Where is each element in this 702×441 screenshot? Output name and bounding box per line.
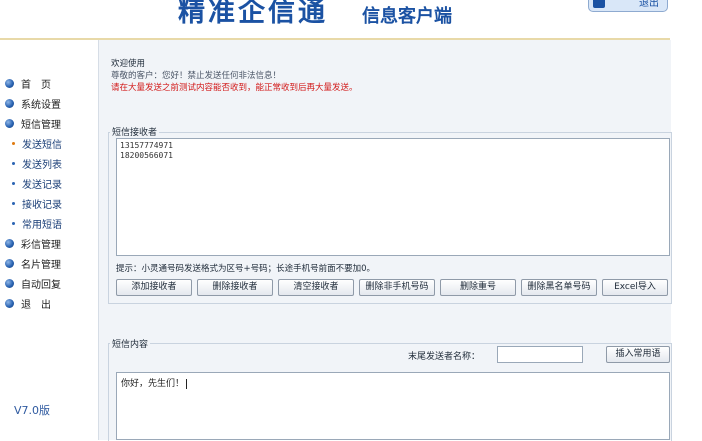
delete-blacklist-button[interactable]: 删除黑名单号码 <box>521 279 597 296</box>
bullet-icon <box>12 181 15 185</box>
sidebar-item-settings[interactable]: 系统设置 <box>0 94 84 112</box>
sender-name-label: 末尾发送者名称： <box>408 352 481 362</box>
sidebar-item-auto-reply[interactable]: 自动回复 <box>0 274 84 292</box>
delete-duplicates-button[interactable]: 删除重号 <box>440 279 516 296</box>
sidebar-item-label: 首 页 <box>21 79 51 91</box>
auto-reply-icon <box>5 278 14 288</box>
message-text: 你好，先生们！ <box>121 379 185 389</box>
sidebar-subitem-send-sms[interactable]: 发送短信 <box>12 134 84 152</box>
sms-icon <box>5 118 14 128</box>
sidebar-subitem-label: 常用短语 <box>22 219 62 231</box>
home-icon <box>5 78 14 88</box>
sidebar-item-mms-management[interactable]: 彩信管理 <box>0 234 84 252</box>
recipients-legend: 短信接收者 <box>110 125 160 138</box>
sidebar-item-card-management[interactable]: 名片管理 <box>0 254 84 272</box>
logout-label: 退出 <box>639 0 659 9</box>
format-hint: 提示：小灵通号码发送格式为区号+号码；长途手机号前面不要加0。 <box>116 264 376 274</box>
recipients-textarea[interactable]: 13157774971 18200566071 <box>116 138 670 256</box>
sidebar-item-label: 退 出 <box>21 299 51 311</box>
exit-icon <box>593 0 605 8</box>
version-label: V7.0版 <box>14 404 51 417</box>
bullet-icon <box>12 221 15 225</box>
content-legend: 短信内容 <box>110 337 151 350</box>
exit-icon <box>5 298 14 308</box>
sidebar-subitem-label: 发送短信 <box>22 139 62 151</box>
sidebar-item-label: 自动回复 <box>21 279 61 291</box>
bullet-icon <box>12 161 15 165</box>
sidebar-subitem-label: 发送列表 <box>22 159 62 171</box>
delete-non-mobile-button[interactable]: 删除非手机号码 <box>359 279 435 296</box>
logout-button[interactable]: 退出 <box>588 0 668 12</box>
active-bullet-icon <box>12 141 15 145</box>
sidebar-item-exit[interactable]: 退 出 <box>0 294 84 312</box>
card-icon <box>5 258 14 268</box>
app-header: 精准企信通 信息客户端 退出 <box>0 0 702 40</box>
sidebar-item-label: 系统设置 <box>21 99 61 111</box>
message-textarea[interactable]: 你好，先生们！ <box>116 372 670 440</box>
sidebar-subitem-label: 接收记录 <box>22 199 62 211</box>
sidebar-item-label: 短信管理 <box>21 119 61 131</box>
sidebar-subitem-receive-records[interactable]: 接收记录 <box>12 194 84 212</box>
app-subtitle: 信息客户端 <box>362 6 452 27</box>
sidebar-subitem-send-list[interactable]: 发送列表 <box>12 154 84 172</box>
excel-import-button[interactable]: Excel导入 <box>602 279 668 296</box>
recipient-number: 18200566071 <box>120 151 173 160</box>
sidebar-subitem-phrases[interactable]: 常用短语 <box>12 214 84 232</box>
sidebar: 首 页 系统设置 短信管理 发送短信 发送列表 发送记录 接收记录 常用短语 彩… <box>0 40 84 440</box>
settings-icon <box>5 98 14 108</box>
sidebar-item-sms-management[interactable]: 短信管理 <box>0 114 84 132</box>
welcome-title: 欢迎使用 <box>111 59 146 69</box>
delete-recipient-button[interactable]: 删除接收者 <box>197 279 273 296</box>
bullet-icon <box>12 201 15 205</box>
sidebar-item-home[interactable]: 首 页 <box>0 74 84 92</box>
sidebar-item-label: 名片管理 <box>21 259 61 271</box>
welcome-warning: 请在大量发送之前测试内容能否收到，能正常收到后再大量发送。 <box>111 83 358 93</box>
sidebar-item-label: 彩信管理 <box>21 239 61 251</box>
add-recipient-button[interactable]: 添加接收者 <box>116 279 192 296</box>
welcome-notice: 欢迎使用 尊敬的客户：您好！禁止发送任何非法信息！ 请在大量发送之前测试内容能否… <box>111 58 358 94</box>
sender-name-input[interactable] <box>497 346 583 363</box>
recipient-number: 13157774971 <box>120 141 173 150</box>
clear-recipients-button[interactable]: 清空接收者 <box>278 279 354 296</box>
mms-icon <box>5 238 14 248</box>
sidebar-subitem-send-records[interactable]: 发送记录 <box>12 174 84 192</box>
insert-phrase-button[interactable]: 插入常用语 <box>606 346 670 363</box>
sidebar-subitem-label: 发送记录 <box>22 179 62 191</box>
app-title: 精准企信通 <box>178 0 328 28</box>
text-cursor <box>186 378 188 389</box>
welcome-greeting: 尊敬的客户：您好！禁止发送任何非法信息！ <box>111 71 282 81</box>
